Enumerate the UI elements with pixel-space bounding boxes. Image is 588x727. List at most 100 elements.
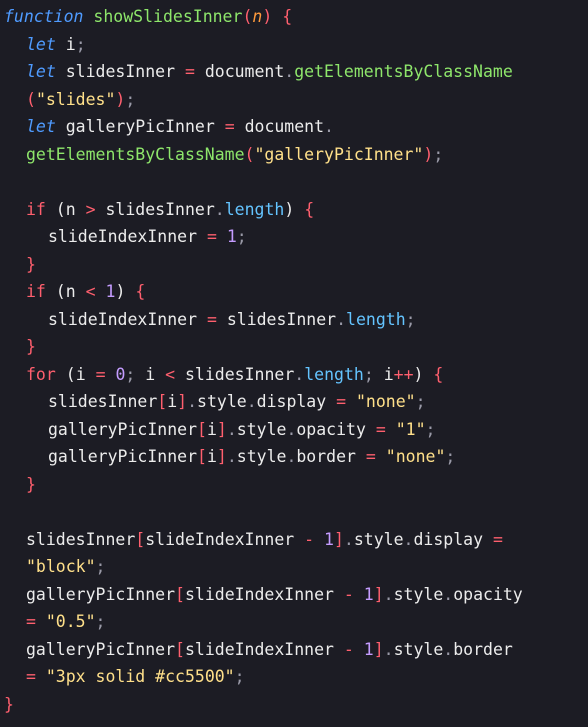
code-token: .: [443, 584, 454, 604]
code-token: .: [383, 584, 394, 604]
code-token: (: [45, 199, 66, 219]
code-token: =: [184, 62, 195, 81]
code-token: ;: [433, 144, 444, 164]
code-token: =: [26, 667, 36, 686]
code-token: i: [75, 364, 96, 384]
code-line[interactable]: galleryPicInner[i].style.opacity = "1";: [0, 416, 588, 444]
code-token: i: [55, 34, 76, 54]
code-token: slidesInner: [48, 392, 158, 411]
code-token: {: [135, 282, 146, 301]
code-token: (: [55, 364, 76, 384]
code-token: slidesInner: [175, 364, 295, 384]
code-token: function: [4, 7, 84, 26]
code-line[interactable]: if (n > slidesInner.length) {: [0, 196, 588, 224]
code-token: [: [197, 447, 207, 466]
code-token: ;: [405, 309, 416, 329]
code-token: ;: [445, 447, 456, 466]
code-token: .: [214, 199, 225, 219]
code-line[interactable]: ("slides");: [0, 86, 588, 114]
code-line[interactable]: galleryPicInner[slideIndexInner - 1].sty…: [0, 581, 588, 609]
code-token: slidesInner: [95, 199, 215, 219]
code-token: ;: [95, 557, 106, 576]
code-token: =: [95, 364, 106, 384]
code-line[interactable]: = "3px solid #cc5500";: [0, 663, 588, 691]
code-token: .: [343, 529, 354, 549]
code-line[interactable]: let slidesInner = document.getElementsBy…: [0, 58, 588, 86]
code-token: =: [375, 419, 386, 439]
code-token: .: [336, 309, 347, 329]
code-line[interactable]: [0, 168, 588, 196]
code-token: i: [206, 447, 217, 466]
code-line[interactable]: for (i = 0; i < slidesInner.length; i++)…: [0, 361, 588, 389]
code-line[interactable]: let galleryPicInner = document.: [0, 113, 588, 141]
code-token: }: [26, 254, 36, 274]
code-line[interactable]: slidesInner[i].style.display = "none";: [0, 388, 588, 416]
code-token: display: [413, 529, 493, 549]
code-token: style: [353, 529, 404, 549]
code-token: i: [167, 392, 178, 411]
code-token: 1: [363, 639, 374, 659]
code-line[interactable]: galleryPicInner[slideIndexInner - 1].sty…: [0, 636, 588, 664]
code-line[interactable]: "block";: [0, 553, 588, 581]
code-token: }: [4, 694, 14, 714]
code-token: galleryPicInner: [48, 419, 198, 439]
code-token: galleryPicInner: [26, 639, 176, 659]
code-token: .: [324, 117, 334, 136]
code-token: <: [165, 364, 176, 384]
code-token: ]: [216, 447, 227, 466]
code-token: .: [187, 392, 198, 411]
code-line[interactable]: slideIndexInner = slidesInner.length;: [0, 306, 588, 334]
code-token: >: [85, 199, 96, 219]
code-token: ]: [373, 639, 384, 659]
code-line[interactable]: [0, 498, 588, 526]
code-token: ;: [363, 364, 374, 384]
code-token: -: [343, 584, 354, 604]
code-token: "slides": [35, 89, 116, 109]
code-token: 1: [324, 529, 334, 549]
code-line[interactable]: }: [0, 471, 588, 499]
code-editor[interactable]: function showSlidesInner(n) {let i; let s…: [0, 0, 588, 727]
code-line[interactable]: }: [0, 251, 588, 279]
code-token: }: [26, 474, 36, 494]
code-token: slideIndexInner: [184, 584, 344, 604]
code-token: document: [234, 117, 325, 136]
code-token: ): [115, 282, 136, 301]
code-token: for: [26, 364, 56, 384]
code-token: galleryPicInner: [26, 584, 176, 604]
code-line[interactable]: slidesInner[slideIndexInner - 1].style.d…: [0, 526, 588, 554]
code-line[interactable]: galleryPicInner[i].style.border = "none"…: [0, 443, 588, 471]
code-line[interactable]: }: [0, 691, 588, 719]
code-token: "none": [356, 392, 416, 411]
code-token: n: [65, 282, 86, 301]
code-token: slidesInner: [55, 62, 185, 81]
code-token: opacity: [296, 419, 376, 439]
code-line[interactable]: }: [0, 333, 588, 361]
code-token: n: [65, 199, 86, 219]
code-token: .: [294, 364, 305, 384]
code-line[interactable]: = "0.5";: [0, 608, 588, 636]
code-token: i: [373, 364, 394, 384]
code-token: let: [26, 34, 56, 54]
code-line[interactable]: let i;: [0, 31, 588, 59]
code-token: i: [135, 364, 166, 384]
code-token: ): [262, 7, 273, 26]
code-token: display: [256, 392, 337, 411]
code-token: style: [236, 447, 287, 466]
code-token: "0.5": [45, 612, 96, 631]
code-line[interactable]: getElementsByClassName("galleryPicInner"…: [0, 141, 588, 169]
code-token: let: [26, 117, 56, 136]
code-token: {: [304, 199, 315, 219]
code-token: .: [403, 529, 414, 549]
code-line[interactable]: if (n < 1) {: [0, 278, 588, 306]
code-token: ]: [216, 419, 227, 439]
code-token: galleryPicInner: [48, 447, 198, 466]
code-line[interactable]: slideIndexInner = 1;: [0, 223, 588, 251]
code-token: ;: [95, 612, 106, 631]
code-line[interactable]: function showSlidesInner(n) {: [0, 3, 588, 31]
